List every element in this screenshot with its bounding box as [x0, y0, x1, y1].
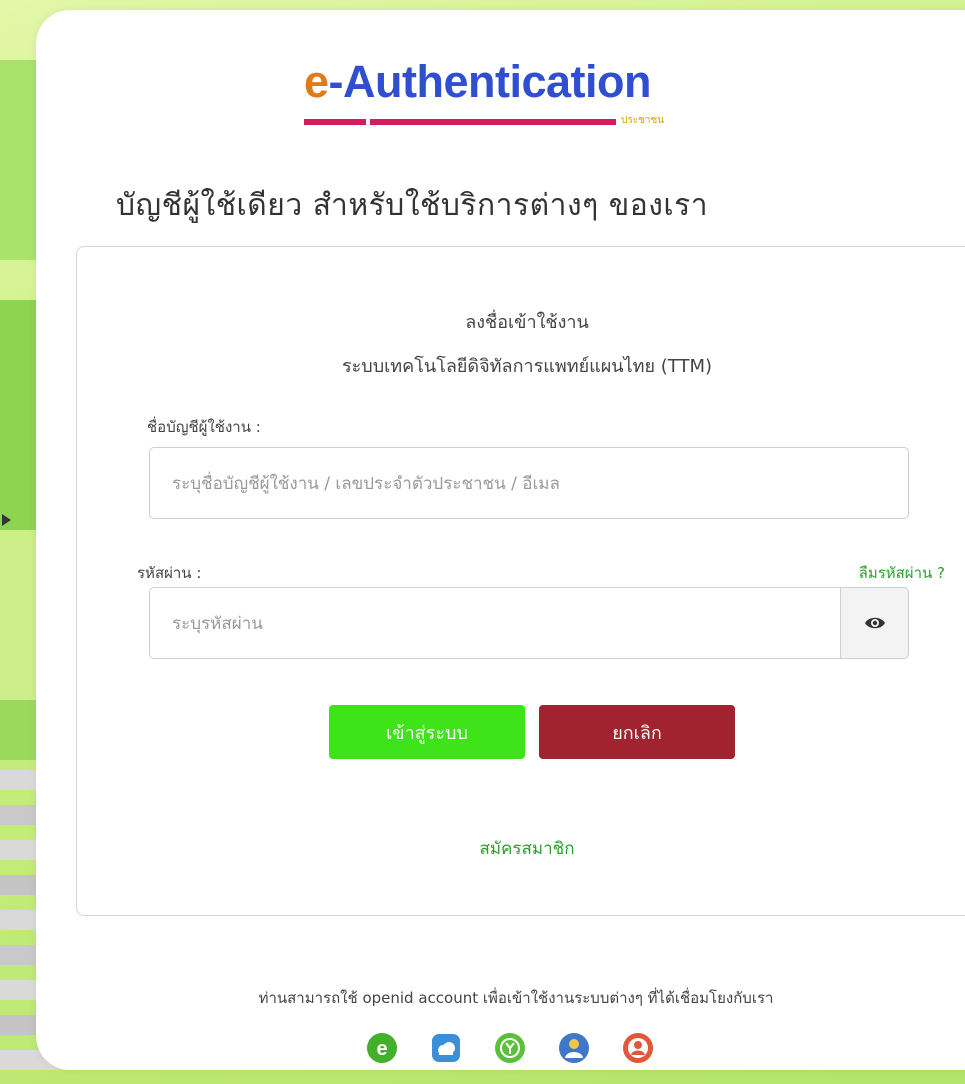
arrow-icon: [2, 514, 11, 526]
logo-text: -Authentication: [328, 56, 652, 107]
forgot-password-link[interactable]: ลืมรหัสผ่าน ?: [859, 561, 945, 585]
cloud-icon[interactable]: [430, 1032, 462, 1064]
person-circle-icon[interactable]: [622, 1032, 654, 1064]
person-icon[interactable]: [558, 1032, 590, 1064]
eye-icon: [864, 617, 885, 629]
svg-text:e: e: [376, 1038, 387, 1060]
username-label: ชื่อบัญชีผู้ใช้งาน :: [147, 418, 261, 436]
register-link[interactable]: สมัครสมาชิก: [77, 835, 965, 862]
logo-underline-long: [370, 119, 616, 125]
password-placeholder: ระบุรหัสผ่าน: [172, 613, 263, 634]
login-title: ลงชื่อเข้าใช้งาน: [465, 312, 589, 333]
openid-notice: ท่านสามารถใช้ openid account เพื่อเข้าใช…: [258, 989, 774, 1007]
system-name: ระบบเทคโนโลยีดิจิทัลการแพทย์แผนไทย (TTM): [341, 356, 713, 377]
e-authentication-logo: e-Authentication ประชาชน: [304, 56, 724, 136]
page-headline: บัญชีผู้ใช้เดียว สำหรับใช้บริการต่างๆ ขอ…: [116, 188, 709, 223]
login-panel: ลงชื่อเข้าใช้งาน ระบบเทคโนโลยีดิจิทัลการ…: [76, 246, 965, 916]
e-icon[interactable]: e: [366, 1032, 398, 1064]
logo-underline-short: [304, 119, 366, 125]
login-button[interactable]: เข้าสู่ระบบ: [329, 705, 525, 759]
login-card: e-Authentication ประชาชน บัญชีผู้ใช้เดีย…: [36, 10, 965, 1070]
password-input[interactable]: ระบุรหัสผ่าน: [149, 587, 841, 659]
openid-providers: e: [366, 1032, 654, 1064]
username-input[interactable]: ระบุชื่อบัญชีผู้ใช้งาน / เลขประจำตัวประช…: [149, 447, 909, 519]
password-label: รหัสผ่าน :: [137, 564, 202, 582]
logo-subtitle: ประชาชน: [621, 115, 665, 126]
username-placeholder: ระบุชื่อบัญชีผู้ใช้งาน / เลขประจำตัวประช…: [172, 473, 560, 494]
cancel-button[interactable]: ยกเลิก: [539, 705, 735, 759]
y-icon[interactable]: [494, 1032, 526, 1064]
show-password-button[interactable]: [841, 587, 909, 659]
logo-e: e: [304, 56, 329, 107]
